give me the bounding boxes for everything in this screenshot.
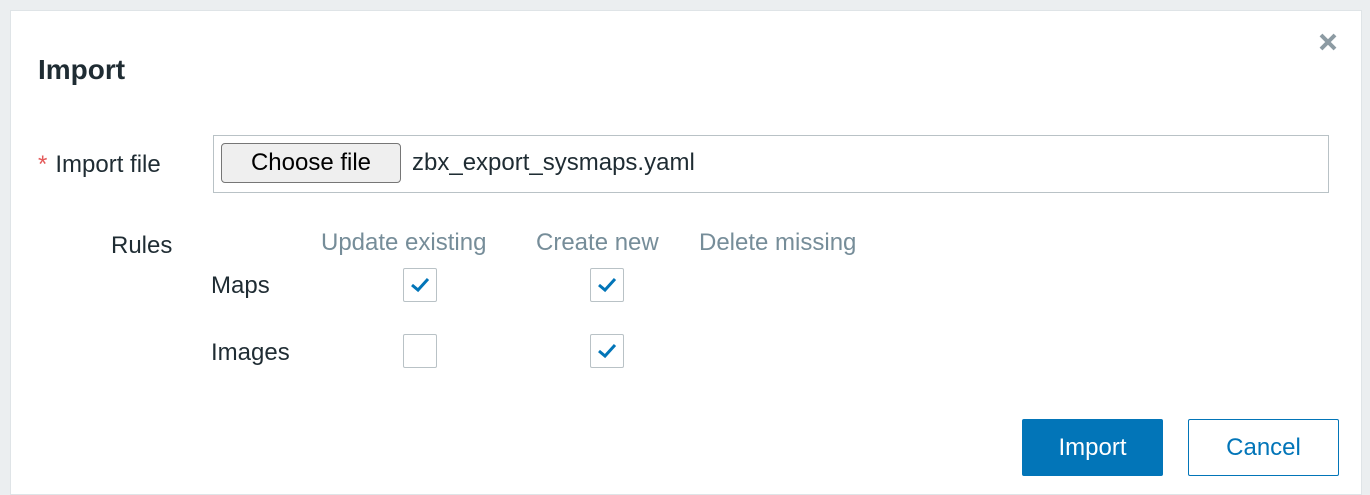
checkmark-icon (598, 277, 617, 293)
choose-file-button[interactable]: Choose file (221, 143, 401, 183)
import-button[interactable]: Import (1022, 419, 1163, 476)
column-create-new: Create new (536, 229, 659, 256)
required-marker: * (38, 151, 48, 178)
column-delete-missing: Delete missing (699, 229, 857, 256)
checkmark-icon (411, 277, 430, 293)
maps-create-new-checkbox[interactable] (590, 268, 624, 302)
import-file-label-text: Import file (55, 151, 161, 178)
import-dialog: Import * Import file Choose file zbx_expo… (10, 10, 1362, 495)
rule-row-images-label: Images (211, 339, 290, 366)
selected-file-name: zbx_export_sysmaps.yaml (412, 149, 695, 176)
checkmark-icon (598, 343, 617, 359)
maps-update-existing-checkbox[interactable] (403, 268, 437, 302)
column-update-existing: Update existing (321, 229, 487, 256)
close-icon[interactable] (1317, 31, 1339, 53)
cancel-button[interactable]: Cancel (1188, 419, 1339, 476)
dialog-title: Import (38, 54, 126, 85)
import-file-field: Choose file zbx_export_sysmaps.yaml (213, 135, 1329, 193)
images-update-existing-checkbox[interactable] (403, 334, 437, 368)
rules-label: Rules (111, 232, 173, 259)
import-file-label: * Import file (38, 151, 161, 179)
images-create-new-checkbox[interactable] (590, 334, 624, 368)
rule-row-maps-label: Maps (211, 272, 270, 299)
